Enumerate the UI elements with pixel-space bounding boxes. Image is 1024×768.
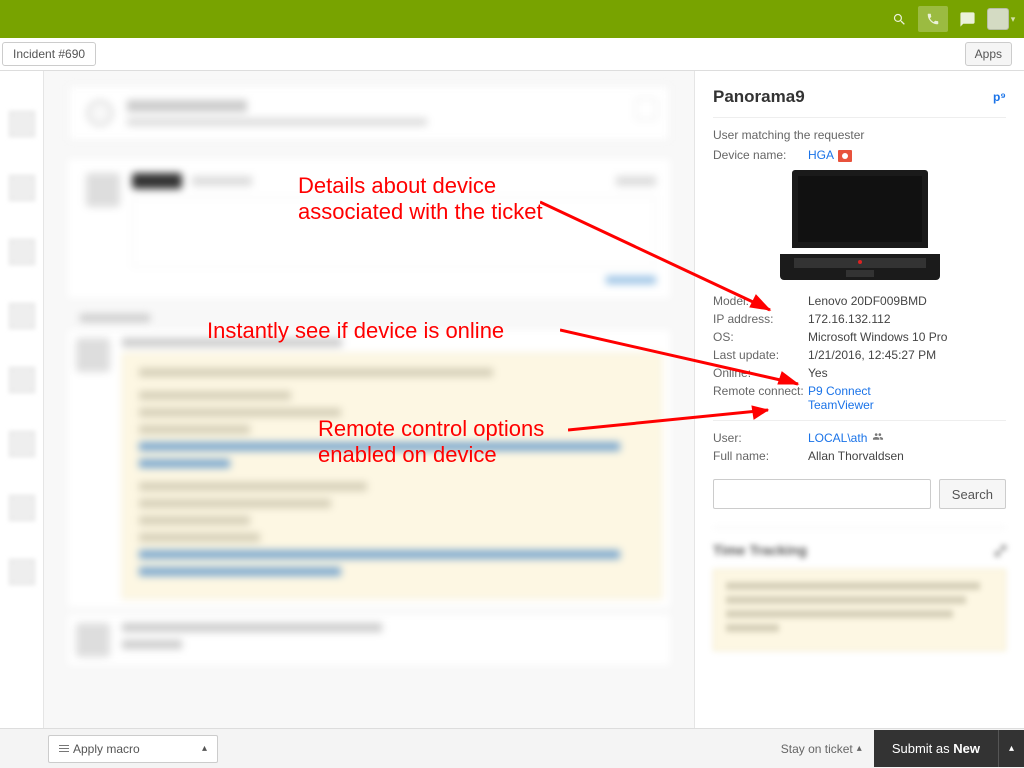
phone-icon[interactable] xyxy=(916,4,950,34)
left-rail xyxy=(0,71,44,728)
fullname-label: Full name: xyxy=(713,449,808,463)
online-label: Online: xyxy=(713,366,808,380)
users-icon xyxy=(871,431,885,445)
search-icon[interactable] xyxy=(882,4,916,34)
list-icon xyxy=(59,745,69,752)
model-value: Lenovo 20DF009BMD xyxy=(808,294,927,308)
user-label: User: xyxy=(713,431,808,445)
ticket-tab[interactable]: Incident #690 xyxy=(2,42,96,66)
device-image xyxy=(780,170,940,280)
ip-label: IP address: xyxy=(713,312,808,326)
apps-sidebar: Panorama9 p⁹ User matching the requester… xyxy=(694,71,1024,728)
search-input[interactable] xyxy=(713,479,931,509)
os-label: OS: xyxy=(713,330,808,344)
user-menu[interactable]: ▾ xyxy=(984,4,1018,34)
alert-icon xyxy=(838,150,852,162)
p9-connect-link[interactable]: P9 Connect xyxy=(808,384,871,398)
panel-title: Panorama9 xyxy=(713,87,805,107)
chevron-up-icon: ▴ xyxy=(1009,743,1014,754)
ticket-main xyxy=(44,71,694,728)
chat-icon[interactable] xyxy=(950,4,984,34)
chevron-up-icon: ▴ xyxy=(857,743,862,754)
device-name-label: Device name: xyxy=(713,148,808,162)
top-navbar: ▾ xyxy=(0,0,1024,38)
submit-button[interactable]: Submit as New xyxy=(874,730,998,767)
search-button[interactable]: Search xyxy=(939,479,1006,509)
device-name-link[interactable]: HGA xyxy=(808,148,834,162)
submit-dropdown[interactable]: ▴ xyxy=(998,730,1024,767)
teamviewer-link[interactable]: TeamViewer xyxy=(808,398,874,412)
chevron-up-icon: ▴ xyxy=(202,743,207,754)
online-value: Yes xyxy=(808,366,828,380)
model-label: Model: xyxy=(713,294,808,308)
time-tracking-section: Time Tracking⤢ xyxy=(713,527,1006,651)
apps-button[interactable]: Apps xyxy=(965,42,1012,66)
user-link[interactable]: LOCAL\ath xyxy=(808,431,867,445)
lastupdate-value: 1/21/2016, 12:45:27 PM xyxy=(808,348,936,362)
footer-bar: Apply macro ▴ Stay on ticket ▴ Submit as… xyxy=(0,728,1024,768)
remote-label: Remote connect: xyxy=(713,384,808,398)
os-value: Microsoft Windows 10 Pro xyxy=(808,330,947,344)
panorama9-logo-icon: p⁹ xyxy=(993,90,1006,104)
ip-value: 172.16.132.112 xyxy=(808,312,891,326)
apply-macro-button[interactable]: Apply macro ▴ xyxy=(48,735,218,763)
tabs-row: Incident #690 Apps xyxy=(0,38,1024,71)
fullname-value: Allan Thorvaldsen xyxy=(808,449,904,463)
stay-on-ticket[interactable]: Stay on ticket ▴ xyxy=(781,742,862,756)
lastupdate-label: Last update: xyxy=(713,348,808,362)
matching-label: User matching the requester xyxy=(713,128,1006,142)
